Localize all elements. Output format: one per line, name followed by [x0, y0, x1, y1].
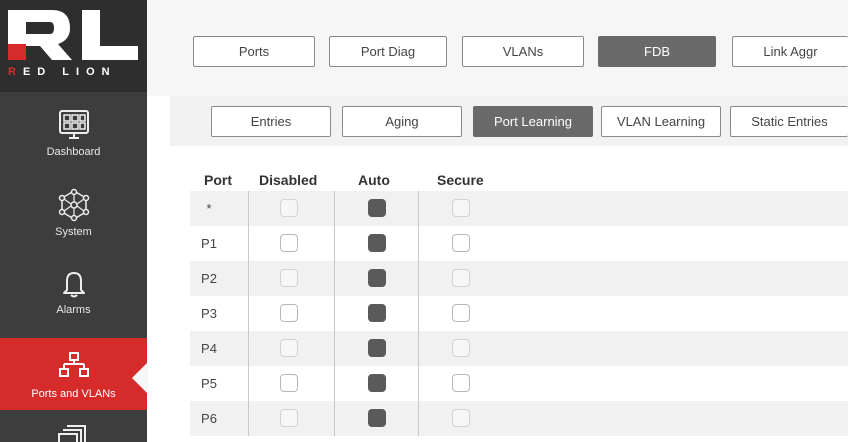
- column-divider: [418, 366, 419, 401]
- bell-icon: [63, 272, 85, 298]
- column-divider: [248, 191, 249, 226]
- subtab-vlan-learning[interactable]: VLAN Learning: [601, 106, 721, 137]
- disabled-checkbox[interactable]: [280, 339, 298, 357]
- port-cell: P6: [201, 411, 217, 426]
- column-divider: [418, 331, 419, 366]
- secure-checkbox[interactable]: [452, 409, 470, 427]
- auto-checkbox[interactable]: [368, 409, 386, 427]
- auto-checkbox[interactable]: [368, 339, 386, 357]
- column-divider: [248, 331, 249, 366]
- sidebar-item-label: Alarms: [56, 304, 91, 316]
- sidebar-item-alarms[interactable]: Alarms: [0, 258, 147, 336]
- column-divider: [418, 401, 419, 436]
- column-divider: [334, 331, 335, 366]
- sidebar-item-dashboard[interactable]: Dashboard: [0, 100, 147, 178]
- column-divider: [334, 191, 335, 226]
- auto-checkbox[interactable]: [368, 374, 386, 392]
- system-network-icon: [58, 188, 90, 222]
- column-divider: [248, 366, 249, 401]
- secure-checkbox[interactable]: [452, 199, 470, 217]
- secure-checkbox[interactable]: [452, 234, 470, 252]
- column-divider: [334, 366, 335, 401]
- port-cell: *: [206, 201, 212, 216]
- ports-network-icon: [59, 352, 89, 377]
- sidebar-item-more[interactable]: [0, 416, 147, 442]
- subtab-port-learning[interactable]: Port Learning: [473, 106, 593, 137]
- column-header-secure: Secure: [437, 172, 484, 188]
- sidebar-item-label: Dashboard: [46, 146, 101, 158]
- table-row: P6: [190, 401, 848, 436]
- port-cell: P1: [201, 236, 217, 251]
- sidebar-item-system[interactable]: System: [0, 180, 147, 258]
- table-row: P4: [190, 331, 848, 366]
- column-header-port: Port: [204, 172, 232, 188]
- disabled-checkbox[interactable]: [280, 374, 298, 392]
- port-cell: P2: [201, 271, 217, 286]
- auto-checkbox[interactable]: [368, 304, 386, 322]
- table-row: P3: [190, 296, 848, 331]
- column-divider: [334, 261, 335, 296]
- column-divider: [418, 296, 419, 331]
- column-divider: [418, 226, 419, 261]
- table-row: P1: [190, 226, 848, 261]
- red-lion-logo: RED LION: [0, 0, 147, 92]
- stacked-pages-icon: [58, 425, 86, 442]
- sidebar-item-label: Ports and VLANs: [31, 388, 116, 400]
- port-cell: P5: [201, 376, 217, 391]
- subtab-static-entries[interactable]: Static Entries: [730, 106, 848, 137]
- disabled-checkbox[interactable]: [280, 199, 298, 217]
- sidebar: RED LION Dashboard System Alarms Ports a…: [0, 0, 148, 442]
- disabled-checkbox[interactable]: [280, 269, 298, 287]
- tab-ports[interactable]: Ports: [193, 36, 315, 67]
- column-divider: [418, 191, 419, 226]
- port-cell: P4: [201, 341, 217, 356]
- column-divider: [334, 401, 335, 436]
- sidebar-item-ports-and-vlans[interactable]: Ports and VLANs: [0, 338, 148, 410]
- table-row: *: [190, 191, 848, 226]
- tab-port-diag[interactable]: Port Diag: [329, 36, 447, 67]
- table-row: P5: [190, 366, 848, 401]
- column-divider: [248, 261, 249, 296]
- sidebar-item-label: System: [55, 226, 92, 238]
- column-divider: [418, 261, 419, 296]
- subtab-entries[interactable]: Entries: [211, 106, 331, 137]
- secure-checkbox[interactable]: [452, 339, 470, 357]
- logo-wordmark: RED LION: [8, 66, 117, 78]
- secure-checkbox[interactable]: [452, 269, 470, 287]
- auto-checkbox[interactable]: [368, 234, 386, 252]
- column-divider: [248, 226, 249, 261]
- disabled-checkbox[interactable]: [280, 234, 298, 252]
- secure-checkbox[interactable]: [452, 374, 470, 392]
- column-divider: [334, 296, 335, 331]
- column-divider: [334, 226, 335, 261]
- dashboard-icon: [59, 110, 89, 139]
- column-header-disabled: Disabled: [259, 172, 318, 188]
- column-header-auto: Auto: [358, 172, 390, 188]
- column-divider: [248, 296, 249, 331]
- disabled-checkbox[interactable]: [280, 409, 298, 427]
- port-cell: P3: [201, 306, 217, 321]
- rl-logo-icon: [8, 10, 138, 60]
- column-divider: [248, 401, 249, 436]
- disabled-checkbox[interactable]: [280, 304, 298, 322]
- tab-link-aggr[interactable]: Link Aggr: [732, 36, 848, 67]
- subtab-aging[interactable]: Aging: [342, 106, 462, 137]
- secure-checkbox[interactable]: [452, 304, 470, 322]
- table-row: P2: [190, 261, 848, 296]
- auto-checkbox[interactable]: [368, 269, 386, 287]
- tab-vlans[interactable]: VLANs: [462, 36, 584, 67]
- auto-checkbox[interactable]: [368, 199, 386, 217]
- tab-fdb[interactable]: FDB: [598, 36, 716, 67]
